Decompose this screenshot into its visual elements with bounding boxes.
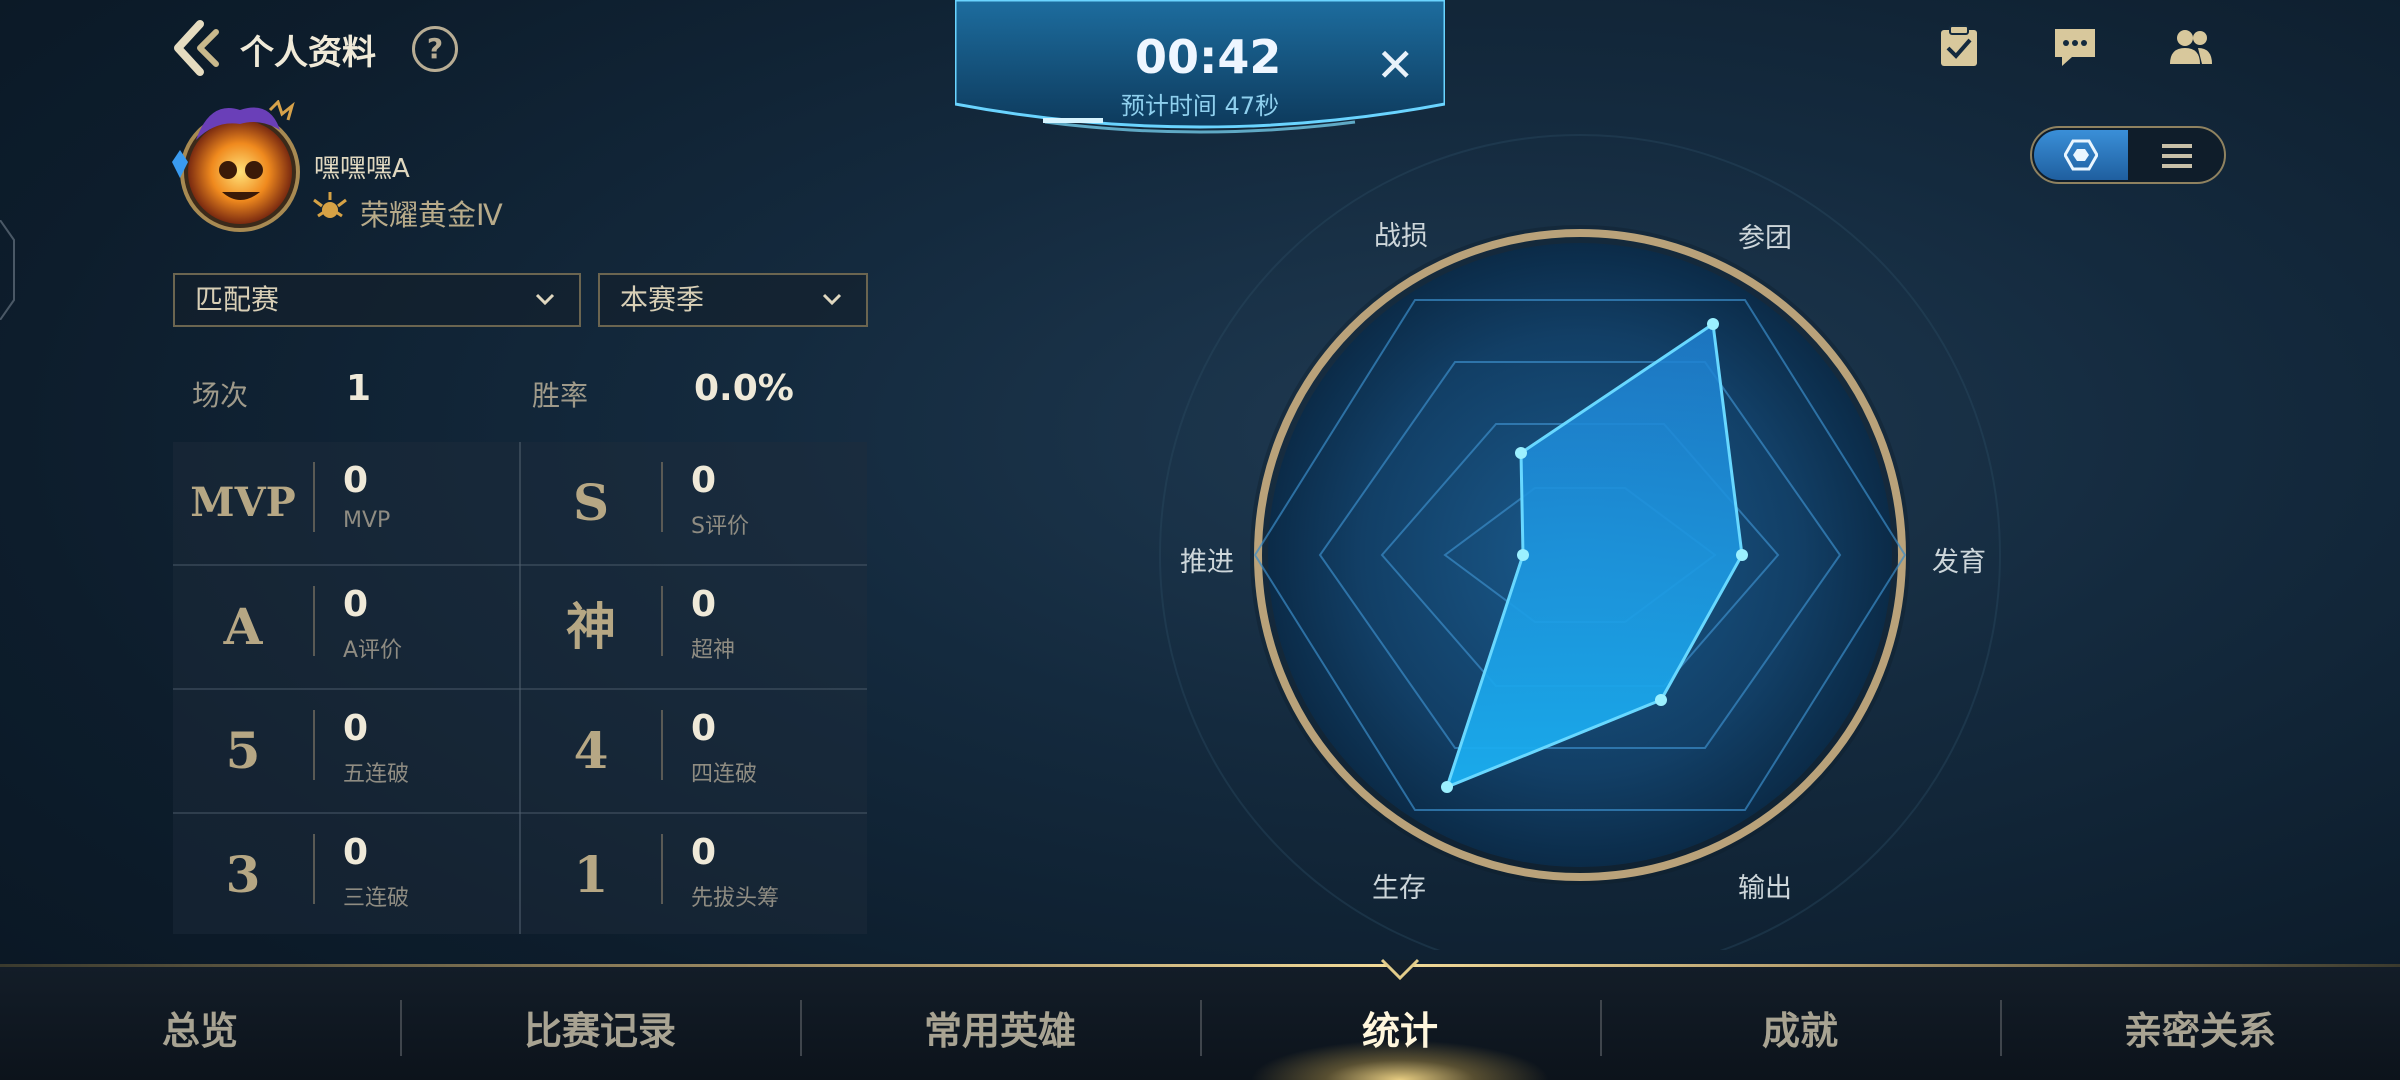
first-blood-icon: 1	[573, 845, 609, 904]
stat-quadra-kill: 4 0 四连破	[521, 690, 867, 812]
stat-s-rating: S 0 S评价	[521, 442, 867, 564]
radar-label-damage-taken: 战损	[1374, 221, 1428, 252]
edge-decoration	[0, 220, 15, 320]
godlike-icon: 神	[566, 597, 616, 656]
radar-label-survival: 生存	[1372, 873, 1426, 904]
rank-label: 荣耀黄金Ⅳ	[360, 198, 503, 232]
games-label: 场次	[192, 379, 249, 412]
s-rating-icon: S	[572, 473, 610, 532]
radar-label-teamfight: 参团	[1738, 223, 1792, 254]
stat-triple-kill: 3 0 三连破	[173, 814, 519, 936]
help-icon[interactable]: ?	[412, 26, 458, 72]
radar-label-push: 推进	[1180, 547, 1234, 578]
stat-mvp: MVP 0 MVP	[173, 442, 519, 564]
mode-dropdown[interactable]: 匹配赛	[173, 273, 581, 327]
stat-label: 超神	[691, 638, 736, 663]
chevron-down-icon	[822, 293, 842, 306]
radar-point	[1655, 694, 1667, 706]
winrate-label: 胜率	[532, 379, 589, 412]
triple-kill-icon: 3	[225, 845, 261, 904]
stat-label: S评价	[691, 514, 749, 539]
radar-point	[1441, 781, 1453, 793]
nav-divider	[0, 964, 2400, 967]
stat-label: A评价	[343, 638, 403, 663]
task-checklist-icon[interactable]	[1936, 24, 1982, 70]
tab-overview[interactable]: 总览	[50, 1000, 350, 1055]
tab-achievements[interactable]: 成就	[1650, 1000, 1950, 1055]
stat-penta-kill: 5 0 五连破	[173, 690, 519, 812]
stats-grid: MVP 0 MVP S 0 S评价 A 0 A评价 神 0 超神 5 0 五连破…	[173, 442, 867, 934]
stat-label: 四连破	[691, 762, 758, 787]
stat-value: 0	[691, 708, 717, 749]
list-view-icon[interactable]	[2162, 142, 2192, 170]
stat-value: 0	[691, 832, 717, 873]
stat-value: 0	[343, 832, 369, 873]
back-arrow-icon[interactable]	[168, 18, 228, 78]
stat-value: 0	[691, 460, 717, 501]
a-rating-icon: A	[223, 597, 263, 656]
mode-dropdown-label: 匹配赛	[195, 283, 280, 316]
stat-first-blood: 1 0 先拔头筹	[521, 814, 867, 936]
radar-chart	[1159, 134, 2001, 950]
season-dropdown[interactable]: 本赛季	[598, 273, 868, 327]
tab-match-history[interactable]: 比赛记录	[450, 1000, 750, 1055]
chevron-down-icon	[535, 293, 555, 306]
timer-estimate: 预计时间 47秒	[1120, 92, 1280, 120]
stat-value: 0	[343, 460, 369, 501]
radar-point	[1515, 447, 1527, 459]
stat-godlike: 神 0 超神	[521, 566, 867, 688]
radar-point	[1517, 549, 1529, 561]
close-icon[interactable]: ✕	[1376, 38, 1415, 92]
timer-elapsed: 00:42	[1135, 30, 1282, 84]
stat-a-rating: A 0 A评价	[173, 566, 519, 688]
stat-label: MVP	[343, 508, 391, 533]
radar-label-output: 输出	[1738, 873, 1792, 904]
gold-rank-icon	[313, 192, 347, 218]
view-toggle[interactable]	[2030, 126, 2226, 184]
hexagon-icon	[2064, 139, 2098, 171]
stat-label: 三连破	[343, 886, 410, 911]
tab-statistics[interactable]: 统计	[1250, 1000, 1550, 1055]
radar-point	[1707, 318, 1719, 330]
radar-view-button[interactable]	[2034, 130, 2128, 180]
stat-value: 0	[343, 584, 369, 625]
season-dropdown-label: 本赛季	[620, 283, 705, 316]
radar-label-growth: 发育	[1932, 547, 1986, 578]
radar-point	[1736, 549, 1748, 561]
stat-value: 0	[343, 708, 369, 749]
tab-intimate-relations[interactable]: 亲密关系	[2050, 1000, 2350, 1055]
winrate-value: 0.0%	[694, 368, 794, 409]
tab-common-heroes[interactable]: 常用英雄	[850, 1000, 1150, 1055]
chat-icon[interactable]	[2052, 24, 2098, 70]
mvp-icon: MVP	[190, 479, 296, 526]
penta-kill-icon: 5	[225, 721, 261, 780]
games-value: 1	[346, 368, 372, 409]
avatar[interactable]	[170, 100, 302, 240]
username: 嘿嘿嘿A	[314, 154, 410, 184]
stat-label: 先拔头筹	[691, 886, 780, 911]
active-tab-marker-icon	[1380, 958, 1420, 980]
page-title: 个人资料	[240, 33, 376, 73]
stat-value: 0	[691, 584, 717, 625]
quadra-kill-icon: 4	[573, 721, 609, 780]
stat-label: 五连破	[343, 762, 410, 787]
friends-icon[interactable]	[2168, 24, 2214, 70]
